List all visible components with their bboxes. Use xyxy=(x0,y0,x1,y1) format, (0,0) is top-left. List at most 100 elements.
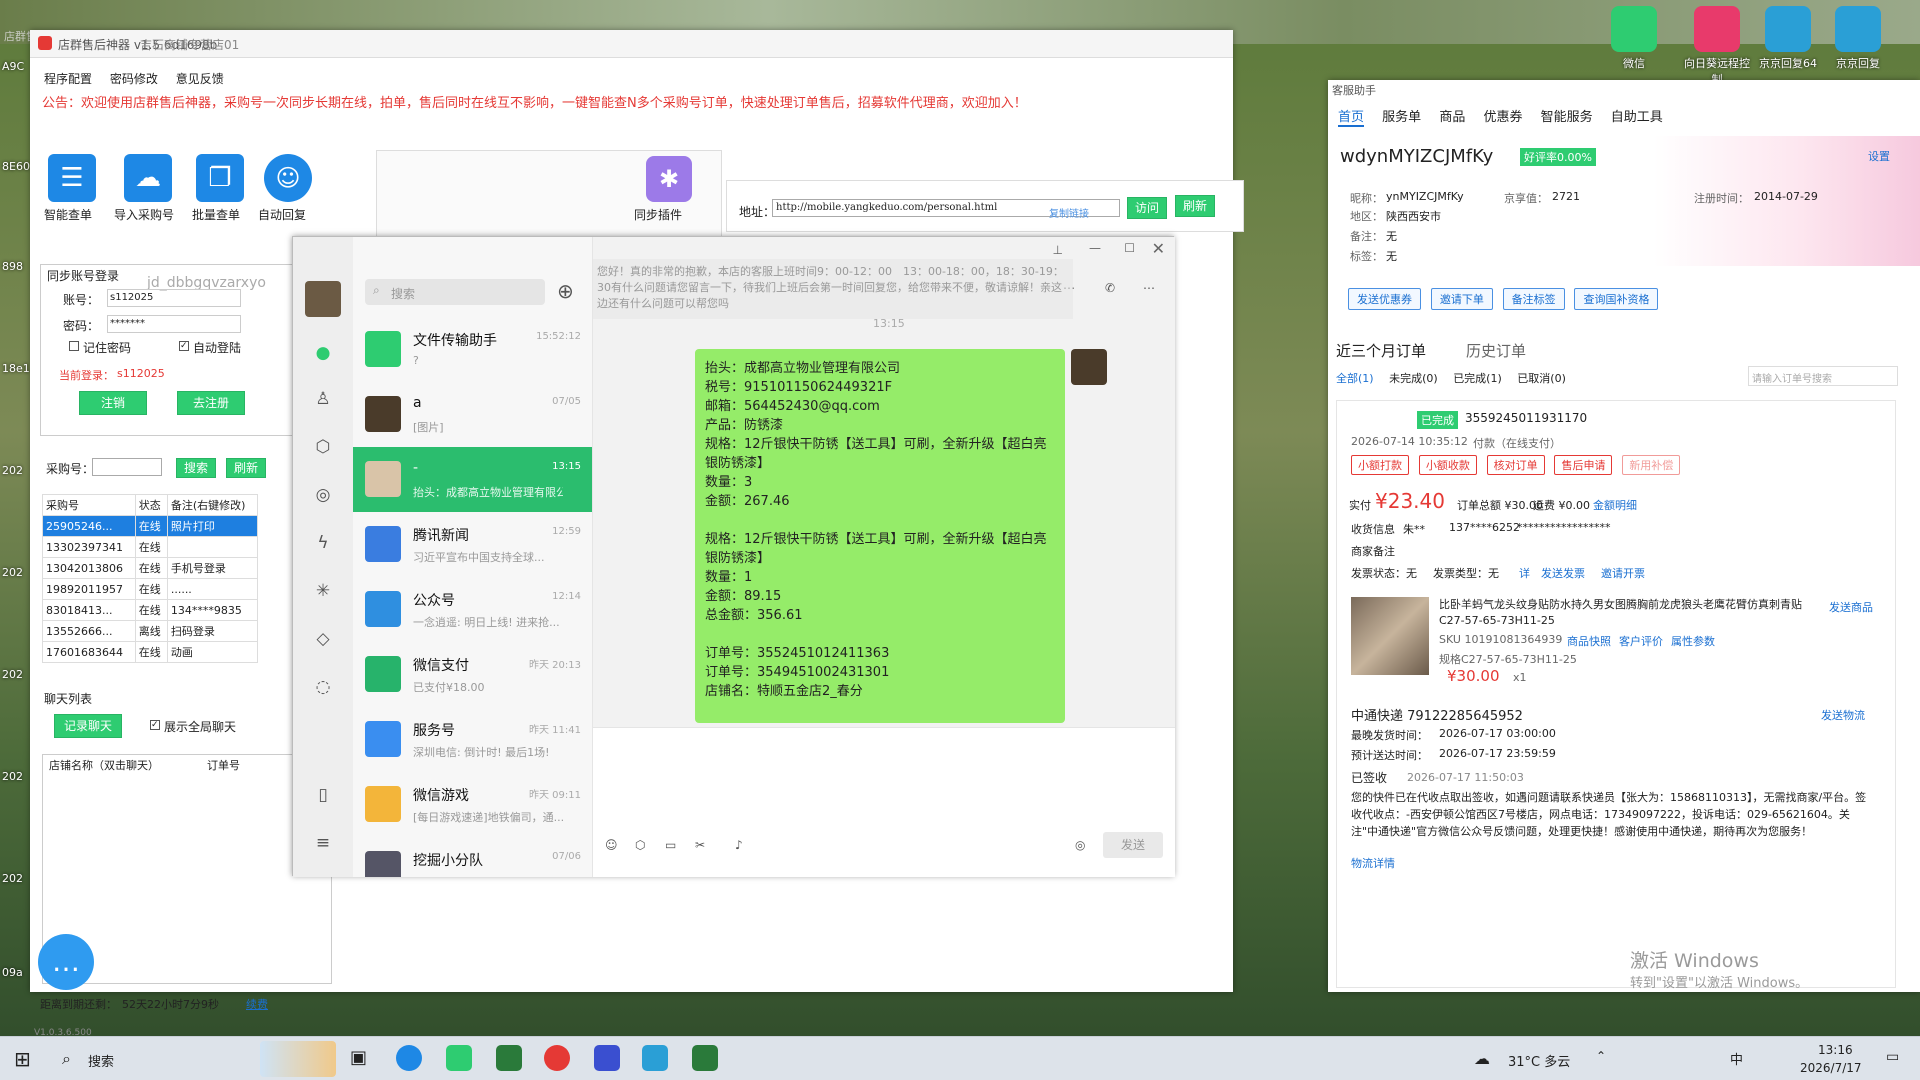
renew-link[interactable]: 续费 xyxy=(246,996,268,1012)
purchase-refresh-button[interactable]: 刷新 xyxy=(226,458,266,478)
moments-icon[interactable]: ◎ xyxy=(313,485,333,505)
table-row[interactable]: 83018413... 在线 134****9835 xyxy=(42,599,259,621)
tab-history-orders[interactable]: 历史订单 xyxy=(1466,340,1526,361)
invite-order-button[interactable]: 邀请下单 xyxy=(1430,288,1493,310)
filter-finished[interactable]: 已完成(1) xyxy=(1453,372,1502,385)
mini-program-icon[interactable]: ◇ xyxy=(313,629,333,649)
desktop-icon-sunflower[interactable]: 向日葵远程控制 xyxy=(1680,6,1754,87)
nav-product[interactable]: 商品 xyxy=(1439,110,1465,125)
toolbar-smart-query[interactable]: ☰ 智能查单 xyxy=(44,154,96,223)
refresh-page-button[interactable]: 刷新 xyxy=(1175,195,1215,217)
send-product-link[interactable]: 发送商品 xyxy=(1829,599,1873,615)
snapshot-link[interactable]: 商品快照 xyxy=(1567,633,1611,649)
app2-taskbar-icon[interactable] xyxy=(692,1045,718,1071)
list-item[interactable]: 服务号 深圳电信: 倒计时! 最后1场! 昨天 11:41 xyxy=(353,707,592,772)
table-row[interactable]: 13302397341 在线 xyxy=(42,536,259,558)
voice-call-icon[interactable]: ◎ xyxy=(1075,838,1085,852)
taskbar-search[interactable]: 搜索 xyxy=(88,1051,114,1070)
table-row[interactable]: 19892011957 在线...... xyxy=(42,578,259,600)
emoji-icon[interactable]: ☺ xyxy=(605,838,618,852)
ime-indicator[interactable]: 中 xyxy=(1730,1049,1743,1068)
more-icon[interactable]: ⋯ xyxy=(1143,281,1155,295)
nav-home[interactable]: 首页 xyxy=(1338,110,1365,127)
folder-icon[interactable]: ▭ xyxy=(665,838,676,852)
logistics-more-link[interactable]: 物流详情 xyxy=(1351,855,1395,871)
send-logistics-link[interactable]: 发送物流 xyxy=(1821,707,1865,723)
menu-program-config[interactable]: 程序配置 xyxy=(44,72,92,86)
list-item[interactable]: 公众号 一念逍遥: 明日上线! 进来抢... 12:14 xyxy=(353,577,592,642)
list-item[interactable]: 文件传输助手? 15:52:12 xyxy=(353,317,592,382)
discover-icon[interactable]: ✳ xyxy=(313,581,333,601)
menu-icon[interactable]: ≡ xyxy=(313,833,333,853)
account-input[interactable]: s112025 xyxy=(107,289,241,307)
invoice-detail-link[interactable]: 详 xyxy=(1519,565,1530,581)
nav-coupon[interactable]: 优惠券 xyxy=(1483,110,1522,125)
menu-password[interactable]: 密码修改 xyxy=(110,72,158,86)
chat-icon[interactable]: ● xyxy=(313,343,333,363)
visit-button[interactable]: 访问 xyxy=(1127,197,1167,219)
filter-all[interactable]: 全部(1) xyxy=(1336,372,1374,385)
input-area[interactable]: ☺ ⬡ ▭ ✂ ♪ ◎ 发送 xyxy=(593,727,1175,877)
m-taskbar-icon[interactable] xyxy=(594,1045,620,1071)
send-coupon-button[interactable]: 发送优惠券 xyxy=(1348,288,1421,310)
chat-bubble-icon[interactable]: … xyxy=(38,934,94,990)
filter-cancelled[interactable]: 已取消(0) xyxy=(1517,372,1566,385)
toolbar-batch-query[interactable]: ❐ 批量查单 xyxy=(192,154,244,223)
app-taskbar-icon[interactable] xyxy=(496,1045,522,1071)
amount-detail-link[interactable]: 金额明细 xyxy=(1593,497,1637,513)
record-chat-button[interactable]: 记录聊天 xyxy=(54,714,122,738)
table-row[interactable]: 13042013806 在线 手机号登录 xyxy=(42,557,259,579)
settings-link[interactable]: 设置 xyxy=(1868,148,1890,164)
notification-icon[interactable]: ▭ xyxy=(1886,1049,1899,1065)
review-link[interactable]: 客户评价 xyxy=(1619,633,1663,649)
tray-chevron-icon[interactable]: ⌃ xyxy=(1596,1049,1606,1063)
task-view-icon[interactable]: ▣ xyxy=(350,1047,367,1068)
filter-unfinished[interactable]: 未完成(0) xyxy=(1389,372,1438,385)
desktop-icon-jingjing64[interactable]: 京京回复64 xyxy=(1756,6,1820,71)
merchant-note[interactable]: 商家备注 xyxy=(1351,543,1395,559)
product-title[interactable]: 比卧羊蚂气龙头纹身贴防水持久男女图腾胸前龙虎狼头老鹰花臂仿真刺青贴 C27-57… xyxy=(1439,597,1819,629)
subsidy-button[interactable]: 查询国补资格 xyxy=(1574,288,1659,310)
menu-feedback[interactable]: 意见反馈 xyxy=(176,72,224,86)
maximize-icon[interactable]: ☐ xyxy=(1124,241,1135,255)
search-feature-icon[interactable]: ◌ xyxy=(313,677,333,697)
channels-icon[interactable]: ϟ xyxy=(313,533,333,553)
send-invoice-link[interactable]: 发送发票 xyxy=(1541,565,1585,581)
purchase-input[interactable] xyxy=(92,458,162,476)
table-row[interactable]: 17601683644 在线 动画 xyxy=(42,641,259,663)
list-item[interactable]: a [图片] 07/05 xyxy=(353,382,592,447)
logout-button[interactable]: 注销 xyxy=(79,391,147,415)
mic-icon[interactable]: ♪ xyxy=(735,838,743,852)
table-row[interactable]: 13552666... 离线 扫码登录 xyxy=(42,620,259,642)
small-pay-button[interactable]: 小额打款 xyxy=(1351,455,1409,475)
remember-checkbox[interactable] xyxy=(69,341,79,351)
copy-link[interactable]: 复制链接 xyxy=(1049,205,1089,220)
purchase-search-button[interactable]: 搜索 xyxy=(176,458,216,478)
remark-tag-button[interactable]: 备注标签 xyxy=(1502,288,1565,310)
weather-text[interactable]: 31°C 多云 xyxy=(1508,1051,1570,1070)
aftersale-button[interactable]: 售后申请 xyxy=(1554,455,1613,475)
close-icon[interactable]: ✕ xyxy=(1152,239,1165,258)
autologin-checkbox[interactable]: ✓ xyxy=(179,341,189,351)
list-item[interactable]: 微信支付 已支付¥18.00 昨天 20:13 xyxy=(353,642,592,707)
check-order-button[interactable]: 核对订单 xyxy=(1486,455,1545,475)
add-icon[interactable]: ⊕ xyxy=(557,279,574,303)
list-item[interactable]: 腾讯新闻 习近平宣布中国支持全球... 12:59 xyxy=(353,512,592,577)
desktop-icon-jingjing[interactable]: 京京回复 xyxy=(1830,6,1886,71)
password-input[interactable]: ******* xyxy=(107,315,241,333)
phone-icon[interactable]: ▯ xyxy=(313,785,333,805)
attr-link[interactable]: 属性参数 xyxy=(1671,633,1715,649)
avatar[interactable] xyxy=(305,281,341,317)
nav-smart[interactable]: 智能服务 xyxy=(1541,110,1593,125)
nav-service[interactable]: 服务单 xyxy=(1382,110,1421,125)
tab-recent-orders[interactable]: 近三个月订单 xyxy=(1336,340,1426,361)
message-bubble[interactable]: 抬头：成都高立物业管理有限公司 税号：91510115062449321F 邮箱：5… xyxy=(695,349,1065,723)
search-input[interactable]: ⌕ 搜索 xyxy=(365,279,545,305)
signup-button[interactable]: 去注册 xyxy=(177,391,245,415)
clock-date[interactable]: 2026/7/17 xyxy=(1800,1061,1862,1075)
list-item[interactable]: 挖掘小分队 07/06 xyxy=(353,837,592,877)
clock-time[interactable]: 13:16 xyxy=(1818,1043,1853,1057)
favorites-icon[interactable]: ⬡ xyxy=(313,437,333,457)
send-button[interactable]: 发送 xyxy=(1103,832,1163,858)
wechat-taskbar-icon[interactable] xyxy=(446,1045,472,1071)
